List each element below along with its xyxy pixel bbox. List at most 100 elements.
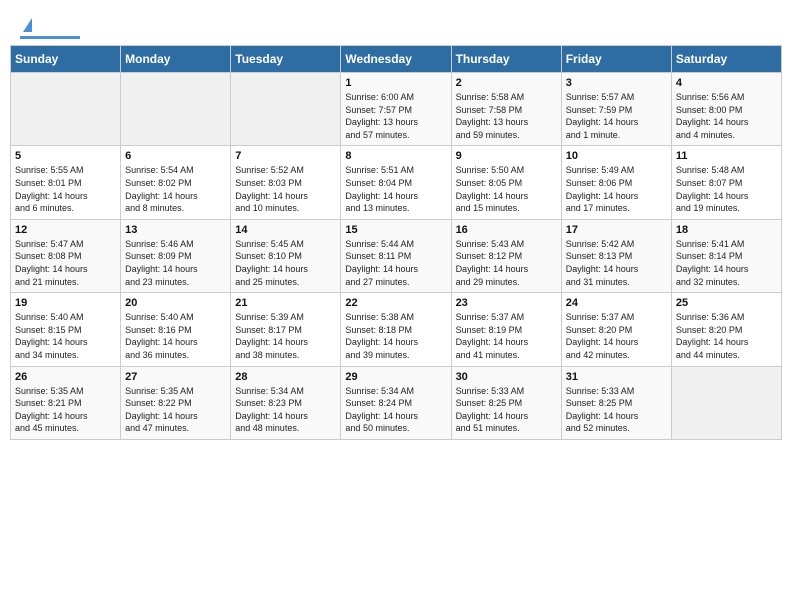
calendar-cell: 18 Sunrise: 5:41 AM Sunset: 8:14 PM Dayli… xyxy=(671,219,781,292)
day-number: 14 xyxy=(235,224,336,236)
day-number: 20 xyxy=(125,297,226,309)
day-number: 24 xyxy=(566,297,667,309)
calendar-cell: 25 Sunrise: 5:36 AM Sunset: 8:20 PM Dayli… xyxy=(671,293,781,366)
day-info: Sunrise: 5:34 AM Sunset: 8:23 PM Dayligh… xyxy=(235,385,336,435)
calendar-cell xyxy=(231,73,341,146)
calendar-cell: 28Sunrise: 5:34 AM Sunset: 8:23 PM Dayli… xyxy=(231,366,341,439)
day-info: Sunrise: 5:33 AM Sunset: 8:25 PM Dayligh… xyxy=(456,385,557,435)
day-info: Sunrise: 5:40 AM Sunset: 8:16 PM Dayligh… xyxy=(125,311,226,361)
day-header-friday: Friday xyxy=(561,46,671,73)
calendar-cell: 29 Sunrise: 5:34 AM Sunset: 8:24 PM Dayli… xyxy=(341,366,451,439)
day-number: 31 xyxy=(566,371,667,383)
calendar-cell xyxy=(671,366,781,439)
calendar-cell: 30 Sunrise: 5:33 AM Sunset: 8:25 PM Dayli… xyxy=(451,366,561,439)
calendar-cell xyxy=(11,73,121,146)
day-header-monday: Monday xyxy=(121,46,231,73)
calendar-cell: 5 Sunrise: 5:55 AM Sunset: 8:01 PM Daylig… xyxy=(11,146,121,219)
day-number: 11 xyxy=(676,150,777,162)
day-number: 7 xyxy=(235,150,336,162)
calendar-table: SundayMondayTuesdayWednesdayThursdayFrid… xyxy=(10,45,782,440)
logo xyxy=(20,18,80,39)
calendar-cell: 14 Sunrise: 5:45 AM Sunset: 8:10 PM Dayli… xyxy=(231,219,341,292)
day-info: Sunrise: 5:39 AM Sunset: 8:17 PM Dayligh… xyxy=(235,311,336,361)
day-header-tuesday: Tuesday xyxy=(231,46,341,73)
day-number: 1 xyxy=(345,77,446,89)
day-number: 15 xyxy=(345,224,446,236)
calendar-cell: 7 Sunrise: 5:52 AM Sunset: 8:03 PM Daylig… xyxy=(231,146,341,219)
day-info: Sunrise: 5:38 AM Sunset: 8:18 PM Dayligh… xyxy=(345,311,446,361)
day-info: Sunrise: 6:00 AM Sunset: 7:57 PM Dayligh… xyxy=(345,91,446,141)
day-info: Sunrise: 5:33 AM Sunset: 8:25 PM Dayligh… xyxy=(566,385,667,435)
day-info: Sunrise: 5:37 AM Sunset: 8:19 PM Dayligh… xyxy=(456,311,557,361)
day-number: 26 xyxy=(15,371,116,383)
calendar-cell: 4 Sunrise: 5:56 AM Sunset: 8:00 PM Daylig… xyxy=(671,73,781,146)
day-header-wednesday: Wednesday xyxy=(341,46,451,73)
day-info: Sunrise: 5:45 AM Sunset: 8:10 PM Dayligh… xyxy=(235,238,336,288)
calendar-cell: 26 Sunrise: 5:35 AM Sunset: 8:21 PM Dayli… xyxy=(11,366,121,439)
calendar-cell: 9Sunrise: 5:50 AM Sunset: 8:05 PM Daylig… xyxy=(451,146,561,219)
day-info: Sunrise: 5:40 AM Sunset: 8:15 PM Dayligh… xyxy=(15,311,116,361)
calendar-cell: 10 Sunrise: 5:49 AM Sunset: 8:06 PM Dayli… xyxy=(561,146,671,219)
day-number: 21 xyxy=(235,297,336,309)
day-number: 10 xyxy=(566,150,667,162)
calendar-cell: 11 Sunrise: 5:48 AM Sunset: 8:07 PM Dayli… xyxy=(671,146,781,219)
logo-underline xyxy=(20,36,80,39)
day-info: Sunrise: 5:48 AM Sunset: 8:07 PM Dayligh… xyxy=(676,164,777,214)
calendar-cell: 16Sunrise: 5:43 AM Sunset: 8:12 PM Dayli… xyxy=(451,219,561,292)
calendar-cell: 1 Sunrise: 6:00 AM Sunset: 7:57 PM Daylig… xyxy=(341,73,451,146)
calendar-cell: 22 Sunrise: 5:38 AM Sunset: 8:18 PM Dayli… xyxy=(341,293,451,366)
day-info: Sunrise: 5:56 AM Sunset: 8:00 PM Dayligh… xyxy=(676,91,777,141)
day-info: Sunrise: 5:41 AM Sunset: 8:14 PM Dayligh… xyxy=(676,238,777,288)
day-number: 18 xyxy=(676,224,777,236)
day-info: Sunrise: 5:55 AM Sunset: 8:01 PM Dayligh… xyxy=(15,164,116,214)
day-info: Sunrise: 5:50 AM Sunset: 8:05 PM Dayligh… xyxy=(456,164,557,214)
calendar-cell: 12 Sunrise: 5:47 AM Sunset: 8:08 PM Dayli… xyxy=(11,219,121,292)
day-header-saturday: Saturday xyxy=(671,46,781,73)
day-info: Sunrise: 5:57 AM Sunset: 7:59 PM Dayligh… xyxy=(566,91,667,141)
calendar-cell: 20 Sunrise: 5:40 AM Sunset: 8:16 PM Dayli… xyxy=(121,293,231,366)
day-info: Sunrise: 5:49 AM Sunset: 8:06 PM Dayligh… xyxy=(566,164,667,214)
day-header-thursday: Thursday xyxy=(451,46,561,73)
calendar-cell: 13 Sunrise: 5:46 AM Sunset: 8:09 PM Dayli… xyxy=(121,219,231,292)
calendar-week-row: 19 Sunrise: 5:40 AM Sunset: 8:15 PM Dayli… xyxy=(11,293,782,366)
day-info: Sunrise: 5:34 AM Sunset: 8:24 PM Dayligh… xyxy=(345,385,446,435)
calendar-cell: 3Sunrise: 5:57 AM Sunset: 7:59 PM Daylig… xyxy=(561,73,671,146)
day-number: 2 xyxy=(456,77,557,89)
day-number: 4 xyxy=(676,77,777,89)
day-number: 30 xyxy=(456,371,557,383)
day-info: Sunrise: 5:54 AM Sunset: 8:02 PM Dayligh… xyxy=(125,164,226,214)
day-info: Sunrise: 5:58 AM Sunset: 7:58 PM Dayligh… xyxy=(456,91,557,141)
calendar-cell: 17 Sunrise: 5:42 AM Sunset: 8:13 PM Dayli… xyxy=(561,219,671,292)
day-number: 13 xyxy=(125,224,226,236)
day-info: Sunrise: 5:46 AM Sunset: 8:09 PM Dayligh… xyxy=(125,238,226,288)
day-info: Sunrise: 5:47 AM Sunset: 8:08 PM Dayligh… xyxy=(15,238,116,288)
day-info: Sunrise: 5:51 AM Sunset: 8:04 PM Dayligh… xyxy=(345,164,446,214)
day-number: 12 xyxy=(15,224,116,236)
day-number: 8 xyxy=(345,150,446,162)
day-info: Sunrise: 5:35 AM Sunset: 8:21 PM Dayligh… xyxy=(15,385,116,435)
day-number: 17 xyxy=(566,224,667,236)
day-number: 23 xyxy=(456,297,557,309)
calendar-week-row: 26 Sunrise: 5:35 AM Sunset: 8:21 PM Dayli… xyxy=(11,366,782,439)
calendar-header-row: SundayMondayTuesdayWednesdayThursdayFrid… xyxy=(11,46,782,73)
day-number: 25 xyxy=(676,297,777,309)
day-info: Sunrise: 5:52 AM Sunset: 8:03 PM Dayligh… xyxy=(235,164,336,214)
calendar-cell: 24 Sunrise: 5:37 AM Sunset: 8:20 PM Dayli… xyxy=(561,293,671,366)
day-info: Sunrise: 5:42 AM Sunset: 8:13 PM Dayligh… xyxy=(566,238,667,288)
calendar-cell xyxy=(121,73,231,146)
logo-triangle-icon xyxy=(23,18,32,32)
calendar-cell: 27Sunrise: 5:35 AM Sunset: 8:22 PM Dayli… xyxy=(121,366,231,439)
calendar-week-row: 1 Sunrise: 6:00 AM Sunset: 7:57 PM Daylig… xyxy=(11,73,782,146)
day-number: 29 xyxy=(345,371,446,383)
calendar-cell: 19 Sunrise: 5:40 AM Sunset: 8:15 PM Dayli… xyxy=(11,293,121,366)
day-number: 27 xyxy=(125,371,226,383)
calendar-cell: 15Sunrise: 5:44 AM Sunset: 8:11 PM Dayli… xyxy=(341,219,451,292)
day-number: 6 xyxy=(125,150,226,162)
calendar-week-row: 5 Sunrise: 5:55 AM Sunset: 8:01 PM Daylig… xyxy=(11,146,782,219)
calendar-cell: 2 Sunrise: 5:58 AM Sunset: 7:58 PM Daylig… xyxy=(451,73,561,146)
day-number: 19 xyxy=(15,297,116,309)
day-number: 5 xyxy=(15,150,116,162)
day-number: 22 xyxy=(345,297,446,309)
day-info: Sunrise: 5:36 AM Sunset: 8:20 PM Dayligh… xyxy=(676,311,777,361)
day-info: Sunrise: 5:37 AM Sunset: 8:20 PM Dayligh… xyxy=(566,311,667,361)
